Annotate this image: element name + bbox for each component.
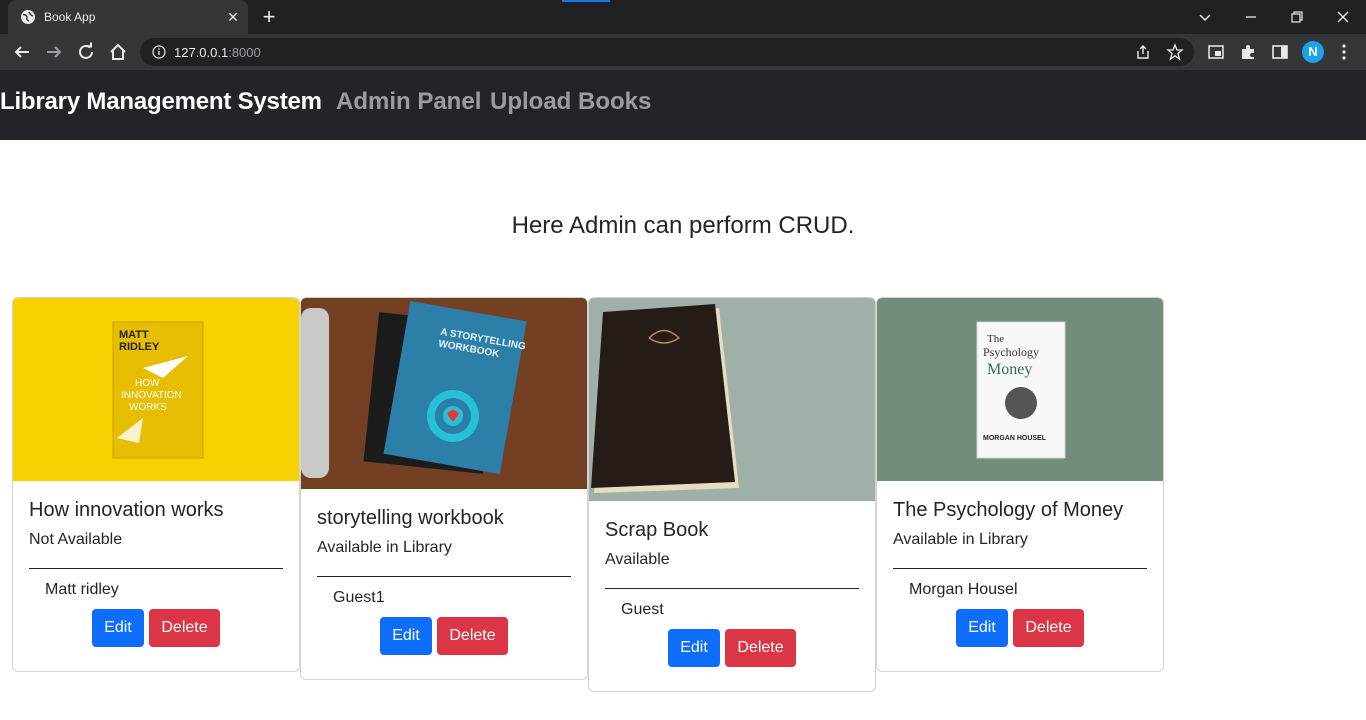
bookmark-star-icon[interactable] bbox=[1166, 43, 1184, 61]
browser-toolbar: 127.0.0.1:8000 N bbox=[0, 34, 1366, 70]
book-status: Available in Library bbox=[317, 539, 452, 556]
delete-button[interactable]: Delete bbox=[725, 629, 796, 667]
book-author: Guest bbox=[621, 601, 664, 618]
svg-text:The: The bbox=[987, 333, 1004, 345]
delete-button[interactable]: Delete bbox=[149, 609, 220, 647]
minimize-icon[interactable] bbox=[1240, 6, 1262, 28]
divider bbox=[29, 568, 283, 569]
restore-icon[interactable] bbox=[1286, 6, 1308, 28]
book-card: The Psychology Money MORGAN HOUSEL The P… bbox=[876, 297, 1164, 672]
browser-tabstrip: Book App ✕ + bbox=[0, 0, 1366, 34]
info-icon[interactable] bbox=[152, 45, 166, 59]
browser-tab[interactable]: Book App ✕ bbox=[8, 0, 248, 34]
book-title: The Psychology of Money bbox=[893, 499, 1124, 521]
divider bbox=[317, 576, 571, 577]
divider bbox=[893, 568, 1147, 569]
book-cover-image: MATT RIDLEY HOW INNOVATION WORKS bbox=[13, 298, 299, 481]
address-bar[interactable]: 127.0.0.1:8000 bbox=[140, 38, 1194, 66]
edit-button[interactable]: Edit bbox=[380, 617, 432, 655]
navbar-brand[interactable]: Library Management System bbox=[0, 88, 322, 116]
book-status: Available bbox=[605, 551, 670, 568]
book-status: Available in Library bbox=[893, 531, 1028, 548]
delete-button[interactable]: Delete bbox=[437, 617, 508, 655]
book-cover-image: A STORYTELLING WORKBOOK bbox=[301, 298, 587, 489]
edit-button[interactable]: Edit bbox=[668, 629, 720, 667]
svg-text:MATT: MATT bbox=[119, 329, 149, 341]
tab-indicator bbox=[562, 0, 610, 2]
book-status: Not Available bbox=[29, 531, 123, 548]
svg-text:Money: Money bbox=[987, 361, 1032, 378]
book-card: MATT RIDLEY HOW INNOVATION WORKS How inn… bbox=[12, 297, 300, 672]
tab-title: Book App bbox=[44, 10, 96, 24]
url-text[interactable]: 127.0.0.1:8000 bbox=[174, 45, 261, 60]
svg-text:WORKS: WORKS bbox=[129, 402, 167, 413]
edit-button[interactable]: Edit bbox=[92, 609, 144, 647]
book-author: Matt ridley bbox=[45, 581, 119, 598]
new-tab-icon[interactable]: + bbox=[258, 6, 280, 28]
book-title: Scrap Book bbox=[605, 519, 709, 541]
nav-link-admin-panel[interactable]: Admin Panel bbox=[336, 88, 481, 116]
url-host: 127.0.0.1 bbox=[174, 45, 229, 60]
share-icon[interactable] bbox=[1134, 43, 1152, 61]
url-port: :8000 bbox=[228, 45, 261, 60]
book-card: Scrap Book Available Guest Edit Delete bbox=[588, 297, 876, 692]
close-window-icon[interactable] bbox=[1332, 6, 1354, 28]
book-cover-image bbox=[589, 298, 875, 501]
picture-in-picture-icon[interactable] bbox=[1206, 42, 1226, 62]
book-author: Morgan Housel bbox=[909, 581, 1018, 598]
svg-text:HOW: HOW bbox=[135, 378, 160, 389]
menu-kebab-icon[interactable] bbox=[1334, 42, 1354, 62]
back-arrow-icon[interactable] bbox=[9, 39, 35, 65]
svg-text:Psychology: Psychology bbox=[983, 345, 1039, 359]
globe-icon bbox=[21, 10, 35, 24]
book-cover-image: The Psychology Money MORGAN HOUSEL bbox=[877, 298, 1163, 481]
nav-link-upload-books[interactable]: Upload Books bbox=[490, 88, 651, 116]
page-heading: Here Admin can perform CRUD. bbox=[511, 212, 855, 239]
divider bbox=[605, 588, 859, 589]
book-author: Guest1 bbox=[333, 589, 385, 606]
side-panel-icon[interactable] bbox=[1270, 42, 1290, 62]
profile-avatar[interactable]: N bbox=[1302, 41, 1324, 63]
book-title: storytelling workbook bbox=[317, 507, 504, 529]
reload-icon[interactable] bbox=[73, 39, 99, 65]
forward-arrow-icon[interactable] bbox=[41, 39, 67, 65]
edit-button[interactable]: Edit bbox=[956, 609, 1008, 647]
tab-search-chevron-icon[interactable] bbox=[1194, 6, 1216, 28]
extensions-puzzle-icon[interactable] bbox=[1238, 42, 1258, 62]
svg-text:INNOVATION: INNOVATION bbox=[121, 390, 182, 401]
close-tab-icon[interactable]: ✕ bbox=[224, 8, 242, 26]
svg-text:MORGAN HOUSEL: MORGAN HOUSEL bbox=[983, 435, 1047, 442]
svg-text:RIDLEY: RIDLEY bbox=[119, 341, 160, 353]
book-title: How innovation works bbox=[29, 499, 224, 521]
delete-button[interactable]: Delete bbox=[1013, 609, 1084, 647]
top-navbar: Library Management System Admin Panel Up… bbox=[0, 70, 1366, 140]
book-card: A STORYTELLING WORKBOOK storytelling wor… bbox=[300, 297, 588, 680]
home-icon[interactable] bbox=[105, 39, 131, 65]
